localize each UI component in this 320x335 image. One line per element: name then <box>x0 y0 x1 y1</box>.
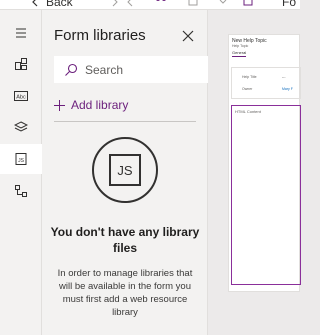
field-label: Help Title <box>242 75 257 79</box>
dropdown-icon[interactable] <box>218 0 228 7</box>
search-input[interactable] <box>85 62 195 77</box>
form-canvas: New Help Topic Help Topic General Help T… <box>208 10 301 335</box>
panel-title: Form libraries <box>54 27 146 44</box>
js-badge: JS <box>109 154 141 186</box>
rail-item-tree-view[interactable] <box>0 176 42 206</box>
add-icon <box>54 99 65 111</box>
form-subtitle: Help Topic <box>232 44 249 48</box>
add-library-button[interactable]: Add library <box>54 96 128 114</box>
share-icon[interactable] <box>156 0 166 7</box>
divider <box>54 121 196 122</box>
html-content-label: HTML Content <box>235 109 261 114</box>
text-field-icon: Abc <box>14 91 28 101</box>
redo-icon[interactable] <box>110 0 120 7</box>
javascript-icon: JS <box>15 153 27 165</box>
empty-state-js-icon: JS <box>92 137 158 203</box>
rail-item-components[interactable] <box>0 49 42 79</box>
rail-item-form-libraries[interactable]: JS <box>0 144 42 174</box>
form-libraries-panel: Form libraries Add library JS You don't … <box>42 10 208 335</box>
forward-icon[interactable] <box>125 0 135 7</box>
field-label: Owner <box>242 87 253 91</box>
svg-text:Abc: Abc <box>16 95 26 101</box>
back-button[interactable]: Back <box>30 0 73 9</box>
left-rail: Abc JS <box>0 10 42 335</box>
add-library-label: Add library <box>71 98 129 112</box>
search-icon <box>65 63 78 76</box>
rail-item-layers[interactable] <box>0 112 42 142</box>
empty-state-description: In order to manage libraries that will b… <box>57 268 193 318</box>
back-label: Back <box>46 0 73 9</box>
empty-state-title: You don't have any library files <box>50 225 200 255</box>
tree-view-icon <box>15 185 27 197</box>
hamburger-menu-icon <box>16 28 26 38</box>
components-icon <box>15 58 27 70</box>
layers-icon <box>14 121 28 132</box>
svg-text:JS: JS <box>18 158 25 164</box>
search-box[interactable] <box>54 56 208 83</box>
layout-icon[interactable] <box>188 0 198 7</box>
back-arrow-icon <box>32 0 38 7</box>
field-value[interactable]: --- <box>282 75 286 79</box>
close-icon[interactable] <box>180 28 196 44</box>
html-content-area[interactable]: HTML Content <box>231 105 301 285</box>
field-value-owner[interactable]: Mary F <box>282 87 293 91</box>
save-icon[interactable] <box>243 0 253 7</box>
tab-general[interactable]: General <box>232 50 247 57</box>
rail-item-menu[interactable] <box>0 18 42 48</box>
toolbar-fo-label[interactable]: Fo <box>282 0 296 9</box>
form-section[interactable]: Help Title --- Owner Mary F <box>231 67 301 99</box>
rail-item-text-fields[interactable]: Abc <box>0 81 42 111</box>
top-toolbar: Back Fo <box>0 0 300 10</box>
form-preview[interactable]: New Help Topic Help Topic General Help T… <box>228 34 301 292</box>
